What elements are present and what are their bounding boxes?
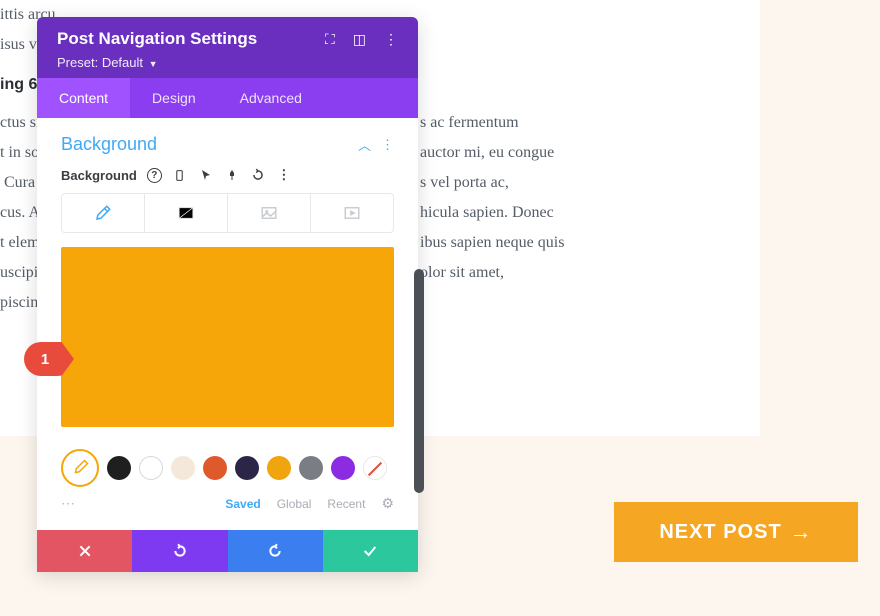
swatch-black[interactable] bbox=[107, 456, 131, 480]
palette-global[interactable]: Global bbox=[277, 497, 312, 511]
background-section: Background ︿ ⋮ Background ? ⋮ bbox=[37, 118, 418, 435]
preset-selector[interactable]: Preset: Default ▼ bbox=[57, 55, 398, 70]
redo-button[interactable] bbox=[228, 530, 323, 572]
caret-down-icon: ▼ bbox=[149, 59, 158, 69]
settings-panel: Post Navigation Settings ⛶ ◫ ⋮ Preset: D… bbox=[37, 17, 418, 572]
section-title: Background bbox=[61, 134, 157, 155]
collapse-icon[interactable]: ︿ bbox=[358, 135, 371, 154]
swatch-navy[interactable] bbox=[235, 456, 259, 480]
layout-icon[interactable]: ◫ bbox=[353, 31, 366, 48]
pin-icon[interactable] bbox=[224, 167, 240, 183]
swatch-orange[interactable] bbox=[203, 456, 227, 480]
preset-value: Default bbox=[102, 55, 143, 70]
arrow-right-icon: → bbox=[790, 519, 813, 545]
bg-tab-color[interactable] bbox=[62, 194, 145, 232]
swatch-gray[interactable] bbox=[299, 456, 323, 480]
body-text-fragment-right: s ac fermentum auctor mi, eu congue s ve… bbox=[420, 108, 880, 288]
phone-icon[interactable] bbox=[172, 167, 188, 183]
next-post-button[interactable]: NEXT POST → bbox=[614, 502, 858, 562]
swatch-purple[interactable] bbox=[331, 456, 355, 480]
cursor-icon[interactable] bbox=[198, 167, 214, 183]
section-more-icon[interactable]: ⋮ bbox=[381, 137, 394, 153]
eyedropper-button[interactable] bbox=[61, 449, 99, 487]
swatch-drag-handle[interactable]: ⋯ bbox=[61, 495, 77, 512]
bg-tab-image[interactable] bbox=[228, 194, 311, 232]
swatch-cream[interactable] bbox=[171, 456, 195, 480]
tab-advanced[interactable]: Advanced bbox=[218, 78, 324, 118]
palette-recent[interactable]: Recent bbox=[327, 497, 365, 511]
panel-action-bar bbox=[37, 530, 418, 572]
undo-button[interactable] bbox=[132, 530, 227, 572]
heading-fragment: ing 6 bbox=[0, 76, 37, 94]
panel-scrollbar[interactable] bbox=[414, 269, 424, 493]
help-icon[interactable]: ? bbox=[147, 168, 162, 183]
swatch-amber[interactable] bbox=[267, 456, 291, 480]
panel-title: Post Navigation Settings bbox=[57, 29, 257, 49]
palette-saved[interactable]: Saved bbox=[225, 497, 260, 511]
field-more-icon[interactable]: ⋮ bbox=[276, 167, 292, 183]
preset-label: Preset: bbox=[57, 55, 98, 70]
tab-content[interactable]: Content bbox=[37, 78, 130, 118]
next-post-label: NEXT POST bbox=[659, 521, 781, 544]
swatch-white[interactable] bbox=[139, 456, 163, 480]
cancel-button[interactable] bbox=[37, 530, 132, 572]
reset-icon[interactable] bbox=[250, 167, 266, 183]
field-label: Background bbox=[61, 168, 137, 183]
swatch-none[interactable] bbox=[363, 456, 387, 480]
palette-settings-icon[interactable]: ⚙ bbox=[381, 495, 394, 512]
bg-tab-video[interactable] bbox=[311, 194, 393, 232]
tab-design[interactable]: Design bbox=[130, 78, 218, 118]
color-swatches bbox=[37, 435, 418, 491]
panel-tabs: Content Design Advanced bbox=[37, 78, 418, 118]
color-preview[interactable] bbox=[61, 247, 394, 427]
save-button[interactable] bbox=[323, 530, 418, 572]
expand-icon[interactable]: ⛶ bbox=[325, 31, 335, 48]
background-type-tabs bbox=[61, 193, 394, 233]
panel-header[interactable]: Post Navigation Settings ⛶ ◫ ⋮ Preset: D… bbox=[37, 17, 418, 78]
bg-tab-gradient[interactable] bbox=[145, 194, 228, 232]
more-icon[interactable]: ⋮ bbox=[384, 31, 398, 48]
